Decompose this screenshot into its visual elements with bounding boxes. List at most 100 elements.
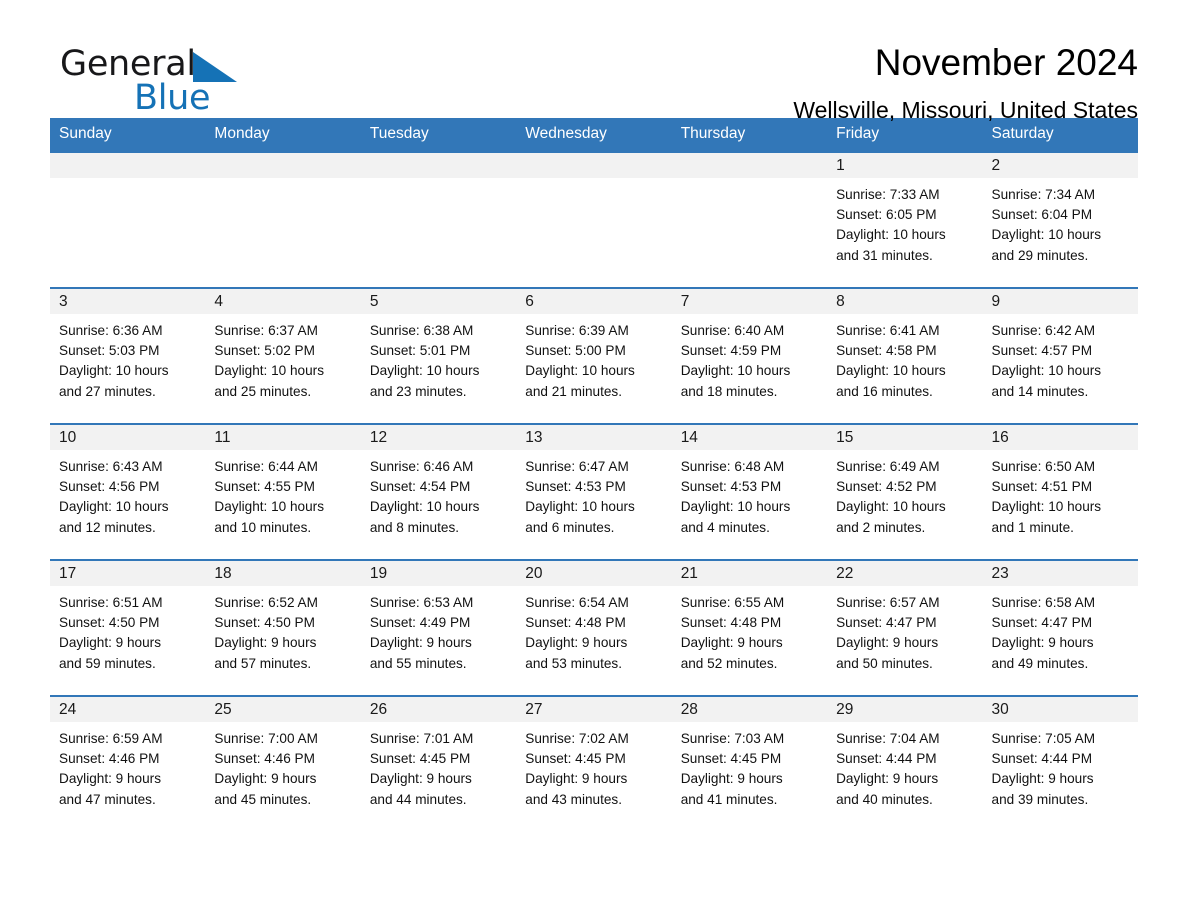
daylight-duration-line2: and 40 minutes. [836, 791, 933, 807]
day-number: 5 [360, 289, 517, 314]
calendar-day-cell[interactable]: 22 Sunrise: 6:57 AM Sunset: 4:47 PM Dayligh… [827, 559, 983, 696]
day-number: 26 [360, 697, 517, 722]
sunset-time: Sunset: 4:48 PM [525, 615, 626, 631]
calendar-day-cell-empty [671, 151, 828, 288]
daylight-duration-line1: Daylight: 10 hours [991, 363, 1102, 379]
sunrise-time: Sunrise: 6:43 AM [59, 459, 163, 474]
daylight-duration-line1: Daylight: 9 hours [525, 771, 628, 787]
sunrise-time: Sunrise: 6:52 AM [214, 595, 318, 610]
calendar-day-cell[interactable]: 10 Sunrise: 6:43 AM Sunset: 4:56 PM Dayligh… [50, 423, 206, 560]
calendar-day-cell[interactable]: 18 Sunrise: 6:52 AM Sunset: 4:50 PM Dayligh… [205, 559, 361, 696]
day-details: Sunrise: 6:58 AM Sunset: 4:47 PM Daylight:… [983, 586, 1138, 674]
day-details: Sunrise: 6:38 AM Sunset: 5:01 PM Daylight:… [361, 314, 516, 402]
daylight-duration-line1: Daylight: 10 hours [991, 227, 1102, 243]
day-number: 15 [827, 425, 983, 450]
day-details: Sunrise: 6:39 AM Sunset: 5:00 PM Daylight:… [516, 314, 671, 402]
page-title: November 2024 [874, 42, 1138, 83]
daylight-duration-line2: and 31 minutes. [836, 247, 933, 263]
calendar-day-cell[interactable]: 4 Sunrise: 6:37 AM Sunset: 5:02 PM Daylight… [205, 287, 361, 424]
sunrise-time: Sunrise: 6:58 AM [991, 595, 1096, 610]
calendar-week-row: 3 Sunrise: 6:36 AM Sunset: 5:03 PM Daylight… [50, 287, 1138, 424]
daylight-duration-line1: Daylight: 10 hours [214, 363, 324, 379]
sunrise-time: Sunrise: 7:01 AM [369, 731, 474, 746]
sunset-time: Sunset: 6:04 PM [991, 207, 1093, 223]
sunrise-time: Sunrise: 7:05 AM [991, 731, 1096, 746]
calendar-day-cell[interactable]: 17 Sunrise: 6:51 AM Sunset: 4:50 PM Dayligh… [50, 559, 206, 696]
calendar-day-cell[interactable]: 9 Sunrise: 6:42 AM Sunset: 4:57 PM Daylight… [982, 287, 1138, 424]
calendar-day-cell[interactable]: 23 Sunrise: 6:58 AM Sunset: 4:47 PM Dayligh… [982, 559, 1138, 696]
calendar-day-cell[interactable]: 3 Sunrise: 6:36 AM Sunset: 5:03 PM Daylight… [50, 287, 206, 424]
calendar-day-cell[interactable]: 16 Sunrise: 6:50 AM Sunset: 4:51 PM Dayligh… [982, 423, 1138, 560]
calendar-day-cell[interactable]: 11 Sunrise: 6:44 AM Sunset: 4:55 PM Dayligh… [205, 423, 361, 560]
day-number: 14 [671, 425, 828, 450]
calendar-day-cell[interactable]: 26 Sunrise: 7:01 AM Sunset: 4:45 PM Dayligh… [360, 695, 517, 831]
sunset-time: Sunset: 4:50 PM [59, 615, 160, 631]
calendar-day-cell[interactable]: 30 Sunrise: 7:05 AM Sunset: 4:44 PM Dayligh… [982, 695, 1138, 831]
calendar-day-cell[interactable]: 15 Sunrise: 6:49 AM Sunset: 4:52 PM Dayligh… [827, 423, 983, 560]
day-number: 7 [671, 289, 828, 314]
day-number: 10 [50, 425, 206, 450]
day-details: Sunrise: 7:01 AM Sunset: 4:45 PM Daylight:… [361, 722, 516, 810]
calendar-day-cell[interactable]: 12 Sunrise: 6:46 AM Sunset: 4:54 PM Dayligh… [360, 423, 517, 560]
calendar-week-row: 17 Sunrise: 6:51 AM Sunset: 4:50 PM Dayligh… [50, 559, 1138, 696]
sunrise-time: Sunrise: 6:47 AM [525, 459, 629, 474]
calendar-day-cell[interactable]: 13 Sunrise: 6:47 AM Sunset: 4:53 PM Dayligh… [516, 423, 672, 560]
day-number: 30 [982, 697, 1138, 722]
day-details: Sunrise: 7:04 AM Sunset: 4:44 PM Daylight:… [827, 722, 982, 810]
day-number: 18 [205, 561, 361, 586]
calendar-day-cell[interactable]: 19 Sunrise: 6:53 AM Sunset: 4:49 PM Dayligh… [360, 559, 517, 696]
day-number: 24 [50, 697, 206, 722]
sunrise-time: Sunrise: 6:55 AM [680, 595, 785, 610]
sunset-time: Sunset: 4:44 PM [991, 751, 1093, 767]
daylight-duration-line2: and 16 minutes. [836, 383, 933, 399]
sunrise-time: Sunrise: 6:40 AM [680, 323, 785, 338]
calendar-week-row: 1 Sunrise: 7:33 AM Sunset: 6:05 PM Daylight… [50, 151, 1138, 288]
calendar-day-cell[interactable]: 20 Sunrise: 6:54 AM Sunset: 4:48 PM Dayligh… [516, 559, 672, 696]
sunset-time: Sunset: 4:47 PM [991, 615, 1093, 631]
sunset-time: Sunset: 5:00 PM [525, 343, 626, 359]
day-details: Sunrise: 6:40 AM Sunset: 4:59 PM Daylight:… [672, 314, 827, 402]
day-number [50, 153, 206, 178]
daylight-duration-line2: and 8 minutes. [369, 519, 460, 535]
sunrise-time: Sunrise: 6:51 AM [59, 595, 163, 610]
sunrise-time: Sunrise: 6:39 AM [525, 323, 629, 338]
calendar-day-cell[interactable]: 28 Sunrise: 7:03 AM Sunset: 4:45 PM Dayligh… [671, 695, 828, 831]
calendar-day-cell[interactable]: 14 Sunrise: 6:48 AM Sunset: 4:53 PM Dayligh… [671, 423, 828, 560]
daylight-duration-line1: Daylight: 10 hours [59, 499, 169, 515]
calendar-day-cell[interactable]: 6 Sunrise: 6:39 AM Sunset: 5:00 PM Daylight… [516, 287, 672, 424]
calendar-day-cell[interactable]: 2 Sunrise: 7:34 AM Sunset: 6:04 PM Daylight… [982, 151, 1138, 288]
day-details: Sunrise: 6:48 AM Sunset: 4:53 PM Daylight:… [672, 450, 827, 538]
calendar-day-cell[interactable]: 21 Sunrise: 6:55 AM Sunset: 4:48 PM Dayligh… [671, 559, 828, 696]
daylight-duration-line1: Daylight: 10 hours [836, 499, 946, 515]
daylight-duration-line1: Daylight: 9 hours [836, 635, 939, 651]
calendar-day-cell[interactable]: 1 Sunrise: 7:33 AM Sunset: 6:05 PM Daylight… [827, 151, 983, 288]
sunrise-time: Sunrise: 6:37 AM [214, 323, 318, 338]
day-details: Sunrise: 7:33 AM Sunset: 6:05 PM Daylight:… [827, 178, 982, 266]
calendar-day-cell[interactable]: 25 Sunrise: 7:00 AM Sunset: 4:46 PM Dayligh… [205, 695, 361, 831]
sunset-time: Sunset: 4:59 PM [680, 343, 782, 359]
daylight-duration-line1: Daylight: 9 hours [59, 771, 162, 787]
calendar-day-cell[interactable]: 5 Sunrise: 6:38 AM Sunset: 5:01 PM Daylight… [360, 287, 517, 424]
daylight-duration-line2: and 55 minutes. [369, 655, 467, 671]
daylight-duration-line2: and 18 minutes. [680, 383, 778, 399]
sunrise-time: Sunrise: 6:46 AM [369, 459, 474, 474]
calendar-day-cell[interactable]: 27 Sunrise: 7:02 AM Sunset: 4:45 PM Dayligh… [516, 695, 672, 831]
calendar-day-cell[interactable]: 7 Sunrise: 6:40 AM Sunset: 4:59 PM Daylight… [671, 287, 828, 424]
calendar-day-cell[interactable]: 29 Sunrise: 7:04 AM Sunset: 4:44 PM Dayligh… [827, 695, 983, 831]
day-number: 9 [982, 289, 1138, 314]
generalblue-logo[interactable]: General Blue [60, 45, 320, 125]
sunrise-time: Sunrise: 7:04 AM [836, 731, 940, 746]
sunset-time: Sunset: 4:45 PM [680, 751, 782, 767]
daylight-duration-line2: and 45 minutes. [214, 791, 312, 807]
calendar-day-cell[interactable]: 24 Sunrise: 6:59 AM Sunset: 4:46 PM Dayligh… [50, 695, 206, 831]
day-number [671, 153, 828, 178]
calendar-day-cell[interactable]: 8 Sunrise: 6:41 AM Sunset: 4:58 PM Daylight… [827, 287, 983, 424]
daylight-duration-line1: Daylight: 10 hours [59, 363, 169, 379]
sunset-time: Sunset: 4:47 PM [836, 615, 937, 631]
daylight-duration-line2: and 27 minutes. [59, 383, 156, 399]
day-number: 21 [671, 561, 828, 586]
sunset-time: Sunset: 4:53 PM [680, 479, 782, 495]
daylight-duration-line1: Daylight: 9 hours [214, 771, 317, 787]
daylight-duration-line2: and 41 minutes. [680, 791, 778, 807]
sunrise-time: Sunrise: 6:49 AM [836, 459, 940, 474]
